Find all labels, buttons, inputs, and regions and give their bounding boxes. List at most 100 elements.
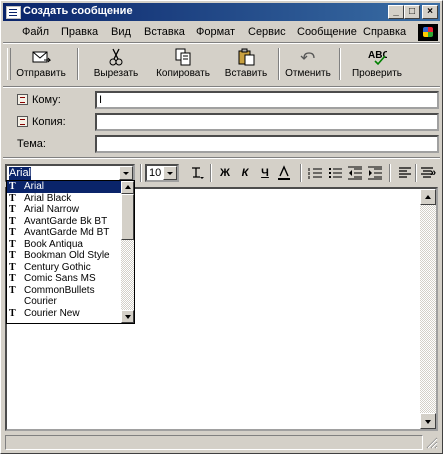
truetype-icon: T xyxy=(9,284,16,296)
font-list-item[interactable]: T Century Gothic xyxy=(7,262,134,274)
font-dropdown-list[interactable]: T Arial T Arial Black T Arial Narrow T AvantGar… xyxy=(6,180,135,324)
to-field[interactable]: I xyxy=(95,91,439,109)
check-button[interactable]: ABC Проверить xyxy=(347,46,407,82)
font-list-item[interactable]: T Bookman Old Style xyxy=(7,250,134,262)
to-label: Кому: xyxy=(32,94,61,106)
scroll-up-icon[interactable] xyxy=(420,189,436,205)
style-tag-icon[interactable] xyxy=(189,165,205,181)
font-list-item[interactable]: T Book Antiqua xyxy=(7,239,134,251)
send-button[interactable]: Отправить xyxy=(11,46,71,82)
truetype-icon: T xyxy=(9,238,16,250)
increase-indent-icon[interactable] xyxy=(367,165,383,181)
toolbar-separator xyxy=(210,164,212,182)
menu-help[interactable]: Справка xyxy=(363,26,406,38)
font-list-item-label: Comic Sans MS xyxy=(24,273,96,284)
title-bar[interactable]: Создать сообщение _ □ × xyxy=(3,3,440,21)
chevron-down-icon[interactable] xyxy=(163,166,177,180)
font-list-scrollbar[interactable] xyxy=(121,181,134,323)
resize-grip-icon[interactable] xyxy=(426,437,438,449)
menu-message[interactable]: Сообщение xyxy=(297,26,357,38)
toolbar-separator xyxy=(77,48,79,80)
toolbar-separator xyxy=(339,48,341,80)
italic-button[interactable]: К xyxy=(237,165,253,181)
truetype-icon: T xyxy=(9,307,16,319)
undo-icon xyxy=(300,52,315,60)
font-list-item[interactable]: T Courier New xyxy=(7,308,134,320)
message-app-icon xyxy=(6,6,21,19)
font-list-item[interactable]: T CommonBullets xyxy=(7,285,134,297)
toolbar-separator xyxy=(300,164,302,182)
font-list-item[interactable]: T Comic Sans MS xyxy=(7,273,134,285)
menu-tools[interactable]: Сервис xyxy=(248,26,286,38)
font-list-item[interactable]: T Arial Narrow xyxy=(7,204,134,216)
paste-label: Вставить xyxy=(224,68,268,79)
send-label: Отправить xyxy=(16,68,66,79)
more-buttons-icon[interactable]: » xyxy=(428,165,438,181)
toolbar-separator-bottom xyxy=(3,86,440,88)
subject-field[interactable] xyxy=(95,135,439,153)
font-color-icon[interactable] xyxy=(276,165,292,181)
undo-label: Отменить xyxy=(285,68,331,79)
menu-bar: Файл Правка Вид Вставка Формат Сервис Со… xyxy=(3,23,440,42)
status-bar xyxy=(3,434,440,451)
scroll-up-icon[interactable] xyxy=(121,181,134,194)
truetype-icon: T xyxy=(9,273,16,284)
numbered-list-icon[interactable] xyxy=(307,165,323,181)
font-list-item[interactable]: T Arial Black xyxy=(7,193,134,205)
font-list-item[interactable]: T Arial xyxy=(7,181,134,193)
font-size-combo[interactable]: 10 xyxy=(145,164,179,182)
menu-view[interactable]: Вид xyxy=(111,26,131,38)
check-label: Проверить xyxy=(351,68,402,79)
spellcheck-icon: ABC xyxy=(368,50,387,66)
menu-edit[interactable]: Правка xyxy=(61,26,98,38)
truetype-icon: T xyxy=(9,215,16,227)
font-name-value: Arial xyxy=(9,167,32,180)
scroll-thumb[interactable] xyxy=(121,194,134,240)
font-list-item-label: CommonBullets xyxy=(24,284,95,296)
maximize-button[interactable]: □ xyxy=(404,5,420,19)
windows-logo-icon xyxy=(418,24,438,41)
cc-row: Копия: xyxy=(3,112,440,132)
toolbar-separator xyxy=(140,164,142,182)
scroll-down-icon[interactable] xyxy=(420,413,436,429)
send-icon xyxy=(32,51,51,63)
decrease-indent-icon[interactable] xyxy=(347,165,363,181)
truetype-icon: T xyxy=(9,227,16,238)
address-book-icon[interactable] xyxy=(17,94,28,105)
font-list-item-label: Arial Narrow xyxy=(24,204,80,215)
underline-button[interactable]: Ч xyxy=(257,165,273,181)
menu-file[interactable]: Файл xyxy=(22,26,49,38)
align-left-icon[interactable] xyxy=(397,165,413,181)
font-list-item[interactable]: Courier xyxy=(7,296,134,308)
menu-insert[interactable]: Вставка xyxy=(144,26,185,38)
cut-button[interactable]: Вырезать xyxy=(87,46,145,82)
undo-button[interactable]: Отменить xyxy=(283,46,333,82)
copy-label: Копировать xyxy=(156,68,210,79)
font-list-item-label: Bookman Old Style xyxy=(24,250,110,261)
menu-format[interactable]: Формат xyxy=(196,26,235,38)
cc-field[interactable] xyxy=(95,113,439,131)
status-pane xyxy=(5,435,423,450)
copy-button[interactable]: Копировать xyxy=(151,46,215,82)
bulleted-list-icon[interactable] xyxy=(327,165,343,181)
truetype-icon: T xyxy=(9,261,16,273)
standard-toolbar: Отправить Вырезать Копировать Вставить О… xyxy=(3,44,440,84)
bold-button[interactable]: Ж xyxy=(217,165,233,181)
paste-button[interactable]: Вставить xyxy=(219,46,273,82)
font-list-items: T Arial T Arial Black T Arial Narrow T AvantGar… xyxy=(7,181,134,319)
close-button[interactable]: × xyxy=(422,5,438,19)
minimize-button[interactable]: _ xyxy=(388,5,404,19)
truetype-icon: T xyxy=(9,181,16,192)
paste-icon xyxy=(238,48,255,66)
cut-label: Вырезать xyxy=(93,68,139,79)
scroll-down-icon[interactable] xyxy=(121,310,134,323)
address-book-icon[interactable] xyxy=(17,116,28,127)
subject-label: Тема: xyxy=(17,138,46,150)
font-list-item-label: Arial xyxy=(24,181,45,192)
body-vertical-scrollbar[interactable] xyxy=(420,189,436,429)
font-list-item-label: Courier xyxy=(24,296,57,307)
toolbar-separator xyxy=(278,48,280,80)
font-list-item[interactable]: T AvantGarde Bk BT xyxy=(7,216,134,228)
chevron-down-icon[interactable] xyxy=(119,166,133,180)
font-list-item[interactable]: T AvantGarde Md BT xyxy=(7,227,134,239)
